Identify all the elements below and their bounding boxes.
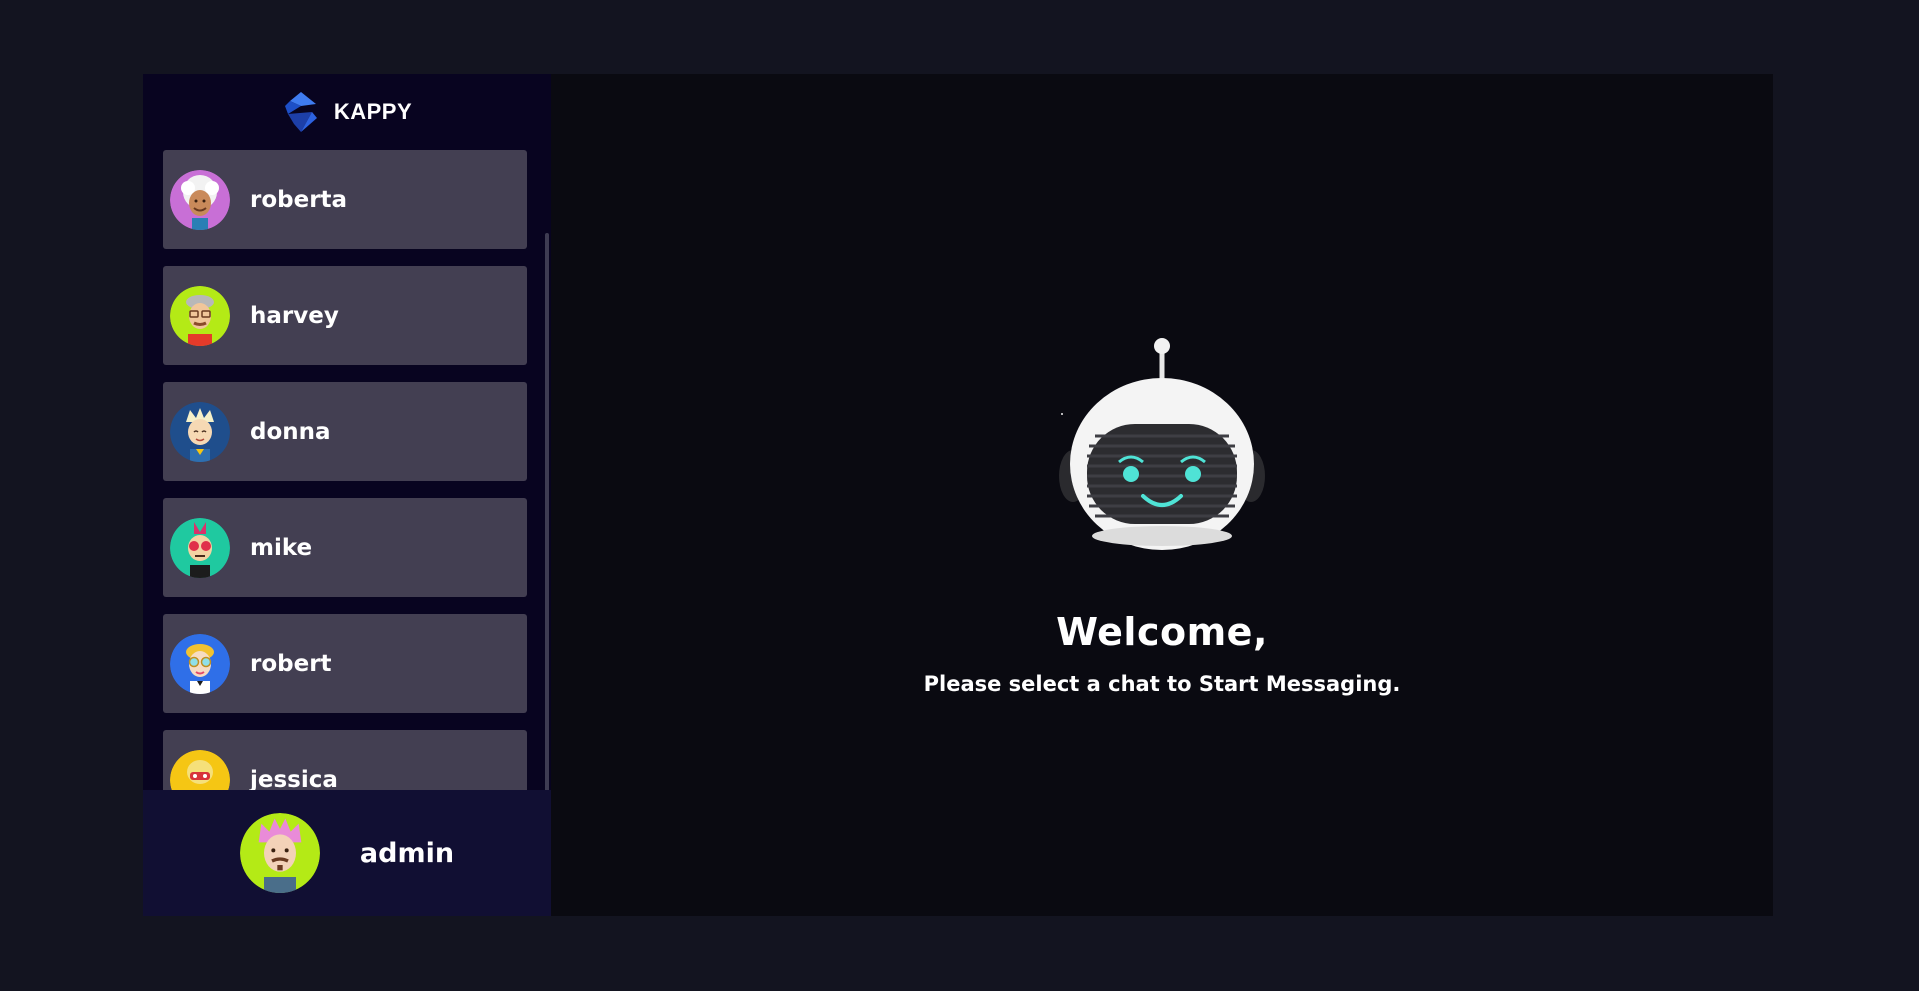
- donna-avatar-icon: [170, 401, 230, 462]
- chat-panel: Welcome, Please select a chat to Start M…: [551, 74, 1773, 916]
- admin-avatar-icon: [239, 813, 320, 893]
- welcome-title: Welcome,: [1056, 610, 1268, 654]
- harvey-avatar-icon: [170, 285, 230, 346]
- contact-item-donna[interactable]: donna: [163, 382, 527, 481]
- welcome-screen: Welcome, Please select a chat to Start M…: [551, 336, 1773, 696]
- contact-list[interactable]: roberta harvey donna mike robert jessica: [143, 150, 551, 790]
- jessica-avatar-icon: [170, 749, 230, 790]
- contact-item-jessica[interactable]: jessica: [163, 730, 527, 790]
- contact-name: mike: [250, 534, 313, 561]
- contact-item-harvey[interactable]: harvey: [163, 266, 527, 365]
- brand-header: KAPPY: [143, 74, 551, 150]
- contact-list-scrollbar[interactable]: [545, 233, 549, 790]
- contact-item-roberta[interactable]: roberta: [163, 150, 527, 249]
- current-user-bar: admin: [143, 790, 551, 916]
- contact-name: harvey: [250, 302, 339, 329]
- welcome-subtitle: Please select a chat to Start Messaging.: [923, 672, 1401, 696]
- contact-name: roberta: [250, 186, 348, 213]
- contacts-sidebar: KAPPY roberta harvey donna mike robert j…: [143, 74, 551, 916]
- brand-name: KAPPY: [333, 99, 413, 124]
- mike-avatar-icon: [170, 517, 230, 578]
- contact-item-robert[interactable]: robert: [163, 614, 527, 713]
- robot-icon: [1059, 338, 1265, 550]
- chat-app: KAPPY roberta harvey donna mike robert j…: [143, 74, 1773, 916]
- contact-name: donna: [250, 418, 331, 445]
- contact-item-mike[interactable]: mike: [163, 498, 527, 597]
- contact-name: jessica: [250, 766, 338, 791]
- kappy-logo-icon: [284, 92, 317, 132]
- current-user-name: admin: [359, 837, 455, 869]
- roberta-avatar-icon: [170, 169, 230, 230]
- contact-name: robert: [250, 650, 332, 677]
- robert-avatar-icon: [170, 633, 230, 694]
